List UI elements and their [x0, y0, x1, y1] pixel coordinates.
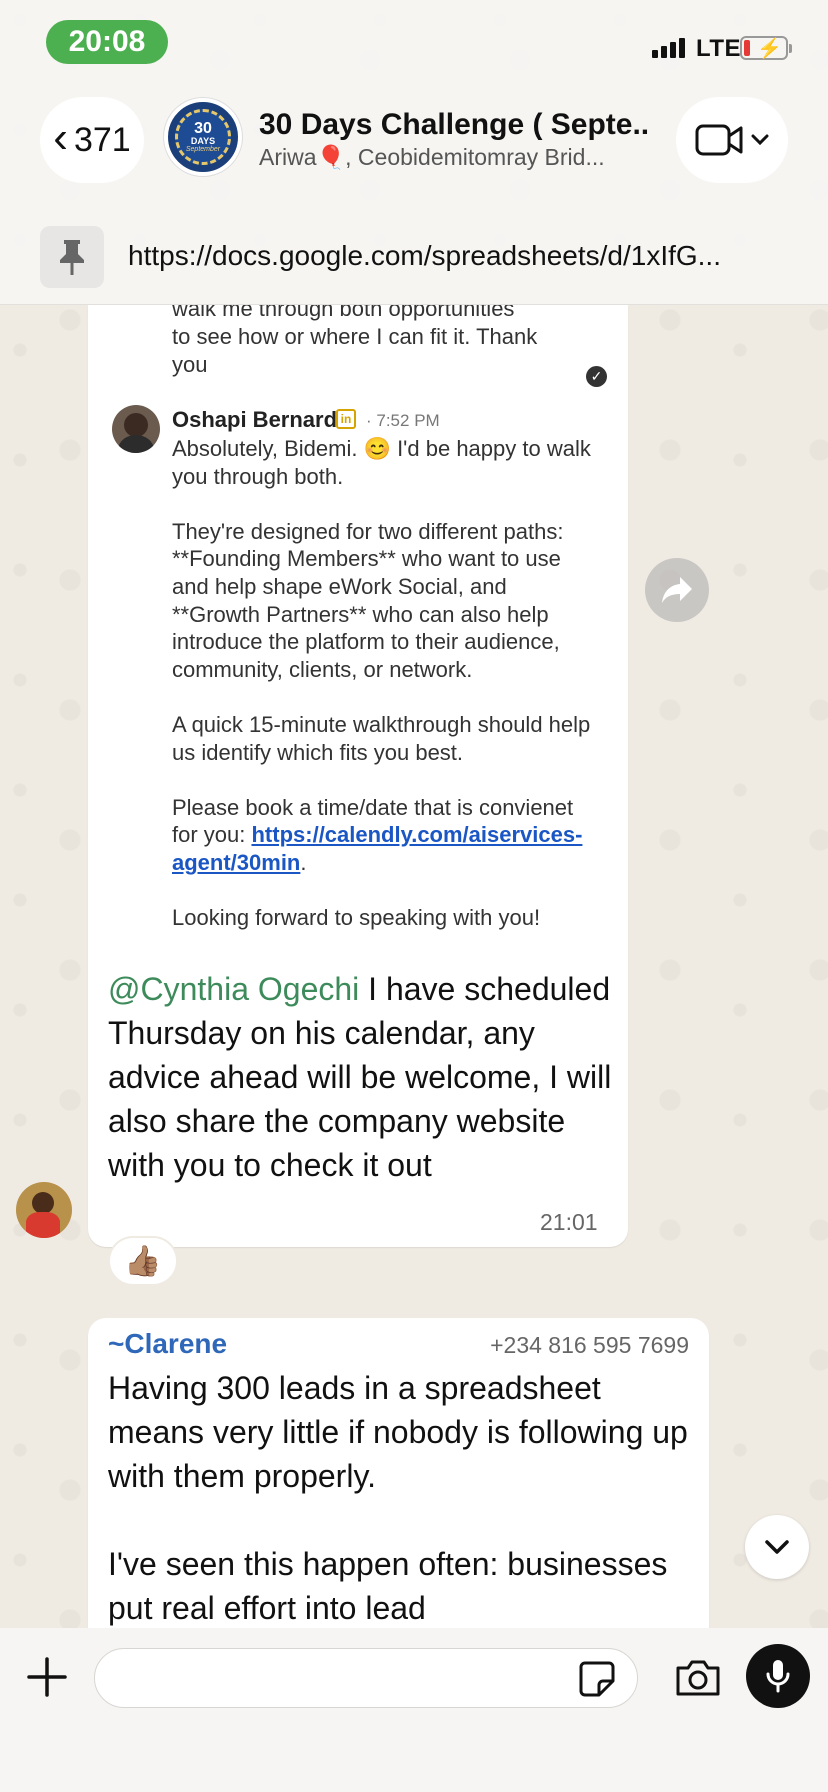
sticker-icon — [579, 1661, 615, 1697]
chat-subtitle[interactable]: Ariwa🎈, Ceobidemitomray Brid... — [259, 144, 649, 171]
chat-title[interactable]: 30 Days Challenge ( Septe... — [259, 108, 649, 142]
read-check-icon: ✓ — [586, 366, 607, 387]
video-call-button[interactable] — [676, 97, 788, 183]
pin-icon — [60, 240, 84, 275]
scroll-to-bottom-button[interactable] — [745, 1515, 809, 1579]
attach-button[interactable] — [22, 1652, 72, 1702]
forward-arrow-icon — [662, 577, 692, 603]
sender-phone[interactable]: +234 816 595 7699 — [490, 1332, 689, 1359]
message-time: 21:01 — [540, 1209, 598, 1235]
sender-name[interactable]: ~Clarene — [108, 1328, 227, 1360]
message-input[interactable] — [94, 1648, 638, 1708]
back-button[interactable]: ‹ 371 — [40, 97, 144, 183]
microphone-icon — [766, 1660, 790, 1693]
voice-message-button[interactable] — [746, 1644, 810, 1708]
group-avatar-days: DAYS — [190, 135, 216, 146]
message-bubble[interactable]: walk me through both opportunities to se… — [88, 305, 628, 1247]
pinned-message-button[interactable] — [40, 226, 104, 288]
chevron-down-icon — [765, 1540, 789, 1554]
network-label: LTE — [696, 35, 742, 62]
forward-button[interactable] — [645, 558, 709, 622]
attached-screenshot[interactable]: walk me through both opportunities to se… — [88, 305, 628, 960]
sticker-button[interactable] — [578, 1660, 616, 1698]
linkedin-icon: in — [336, 409, 356, 429]
screenshot-time: · 7:52 PM — [366, 411, 440, 430]
reaction-badge[interactable]: 👍🏽 — [108, 1236, 178, 1286]
screenshot-body: Absolutely, Bidemi. 😊 I'd be happy to wa… — [172, 435, 592, 932]
screenshot-body-text: Absolutely, Bidemi. 😊 I'd be happy to wa… — [172, 436, 591, 848]
group-avatar-month: September — [185, 145, 221, 153]
message-body: Having 300 leads in a spreadsheet means … — [108, 1370, 688, 1626]
screenshot-sender-name: Oshapi Bernard — [172, 407, 338, 432]
group-avatar-number: 30 — [194, 119, 212, 137]
sender-avatar[interactable] — [16, 1182, 72, 1238]
chevron-down-icon — [751, 134, 769, 146]
group-avatar[interactable]: 30 DAYS September — [164, 98, 242, 176]
plus-icon — [27, 1657, 67, 1697]
message-bubble[interactable]: ~Clarene +234 816 595 7699 Having 300 le… — [88, 1318, 709, 1628]
camera-icon — [676, 1660, 720, 1696]
chat-header: 20:08 LTE ⚡ ‹ 371 30 DAYS September 30 D… — [0, 0, 828, 305]
pinned-message-text[interactable]: https://docs.google.com/spreadsheets/d/1… — [128, 240, 790, 272]
screenshot-previous-message: walk me through both opportunities to se… — [172, 305, 538, 377]
chevron-left-icon: ‹ — [53, 113, 68, 162]
screenshot-avatar — [112, 405, 160, 453]
battery-icon: ⚡ — [740, 36, 792, 60]
mention[interactable]: @Cynthia Ogechi — [108, 971, 359, 1007]
status-time: 20:08 — [46, 20, 168, 64]
unread-count: 371 — [73, 120, 131, 159]
signal-icon — [652, 38, 685, 58]
video-camera-icon — [695, 124, 743, 156]
message-text: @Cynthia Ogechi I have scheduled Thursda… — [108, 967, 613, 1187]
camera-button[interactable] — [672, 1654, 724, 1702]
